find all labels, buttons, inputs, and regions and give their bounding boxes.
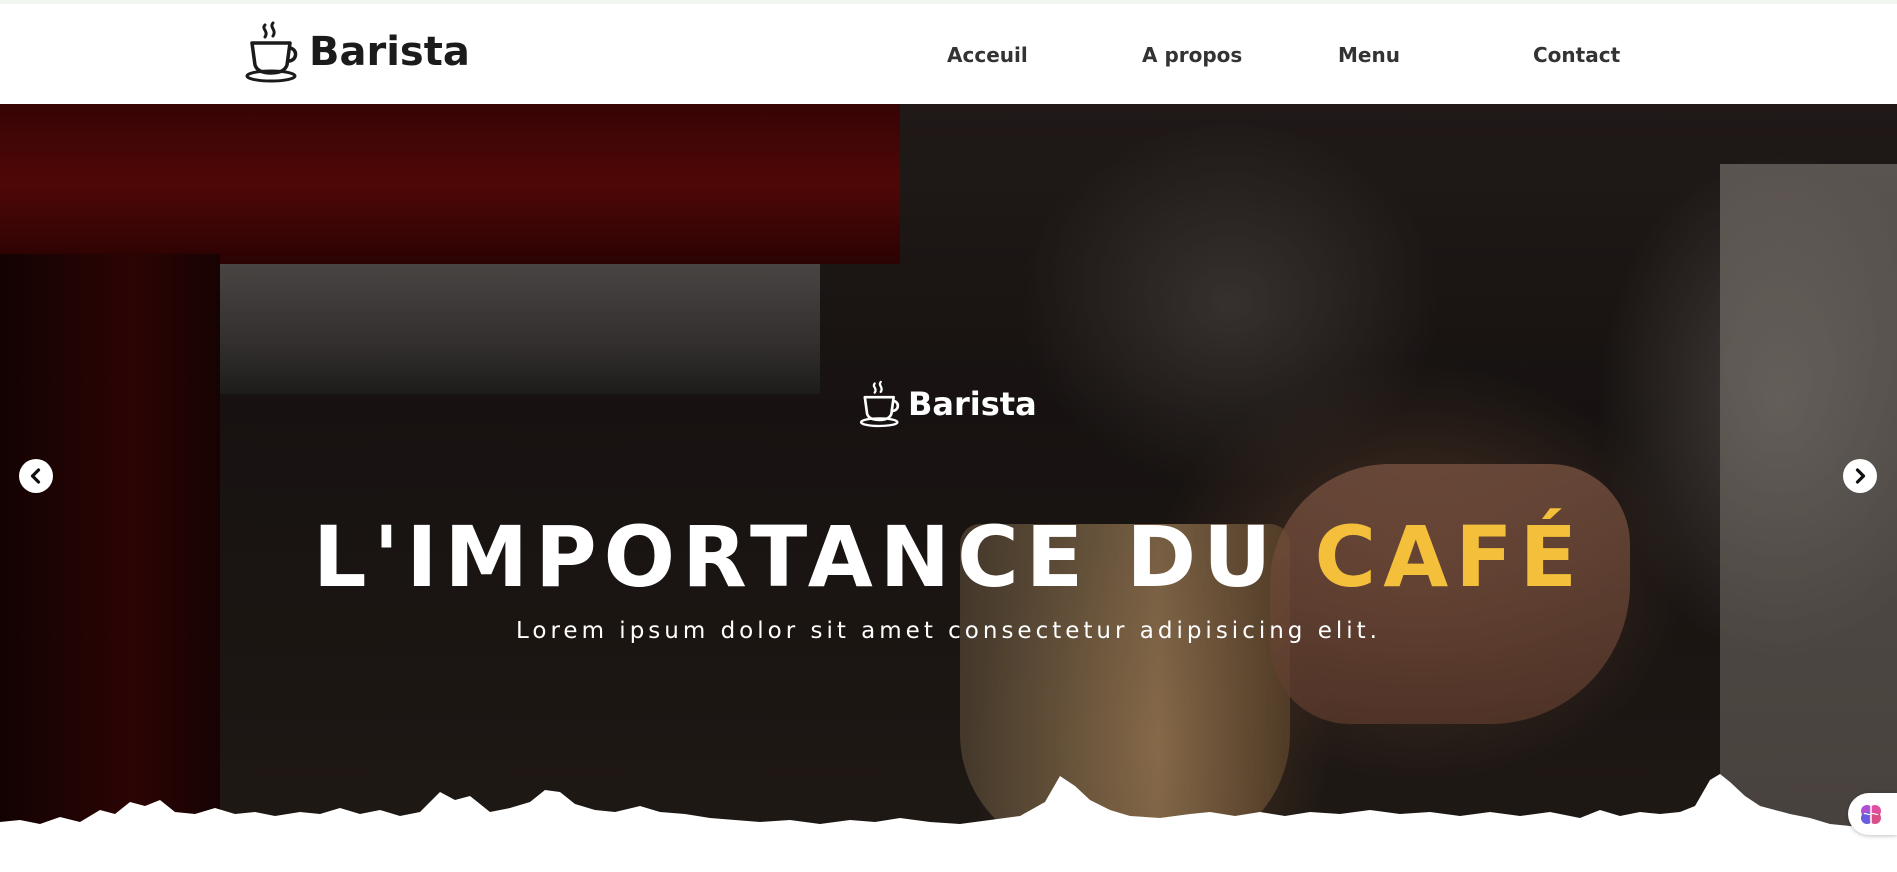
- coffee-cup-icon: [859, 380, 900, 428]
- site-header: Barista Acceuil A propos Menu Contact: [0, 4, 1897, 104]
- hero-brand-name: Barista: [908, 385, 1037, 423]
- chevron-right-icon: [1855, 468, 1866, 484]
- brain-icon: [1861, 805, 1881, 824]
- hero-brand-logo: Barista: [858, 380, 1037, 428]
- slider-prev-button[interactable]: [19, 459, 53, 493]
- hero-slider: Barista L'IMPORTANCE DU CAFÉ Lorem ipsum…: [0, 104, 1897, 872]
- hero-title-accent: CAFÉ: [1314, 508, 1584, 606]
- nav-link-contact[interactable]: Contact: [1533, 43, 1620, 67]
- main-nav: Acceuil A propos Menu Contact: [0, 4, 1897, 104]
- nav-link-acceuil[interactable]: Acceuil: [947, 43, 1028, 67]
- torn-paper-edge: [0, 774, 1897, 872]
- hero-title: L'IMPORTANCE DU CAFÉ: [0, 508, 1897, 606]
- nav-link-menu[interactable]: Menu: [1338, 43, 1400, 67]
- slider-next-button[interactable]: [1843, 459, 1877, 493]
- nav-link-a-propos[interactable]: A propos: [1142, 43, 1242, 67]
- hero-subtitle: Lorem ipsum dolor sit amet consectetur a…: [516, 618, 1381, 644]
- hero-title-main: L'IMPORTANCE DU: [313, 508, 1315, 606]
- chevron-left-icon: [30, 468, 41, 484]
- assistant-widget-button[interactable]: [1848, 793, 1897, 835]
- hero-overlay: [0, 104, 1897, 872]
